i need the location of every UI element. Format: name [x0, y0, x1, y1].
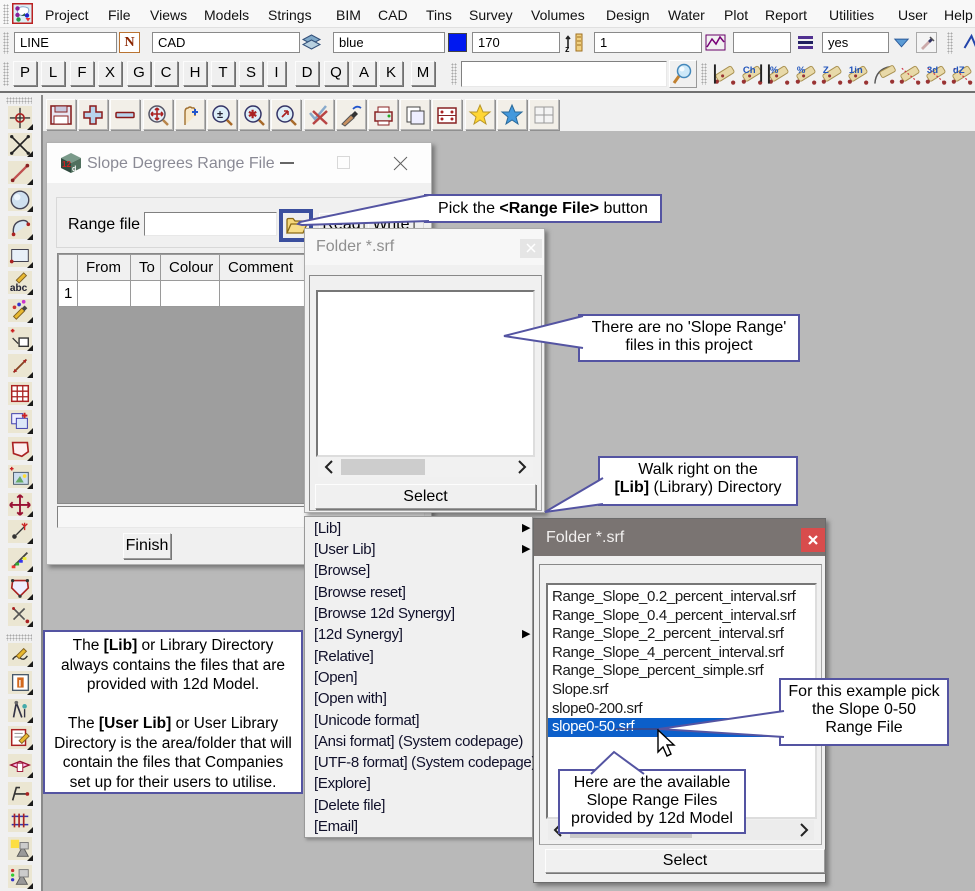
svg-text:%: %: [797, 65, 806, 76]
svg-text:d: d: [72, 166, 76, 173]
svg-text:12: 12: [62, 160, 71, 169]
svg-text:Ch: Ch: [743, 65, 756, 76]
svg-text:I: I: [19, 679, 22, 689]
svg-text:dZ: dZ: [953, 65, 965, 76]
svg-text:Z: Z: [823, 65, 829, 76]
svg-text:1in: 1in: [849, 65, 863, 76]
svg-text:%: %: [770, 65, 779, 76]
svg-text:3d: 3d: [927, 65, 938, 76]
svg-text:✱: ✱: [248, 109, 257, 121]
svg-text:abc: abc: [10, 284, 28, 295]
svg-text:z: z: [565, 44, 570, 53]
svg-text:±: ±: [217, 109, 223, 121]
